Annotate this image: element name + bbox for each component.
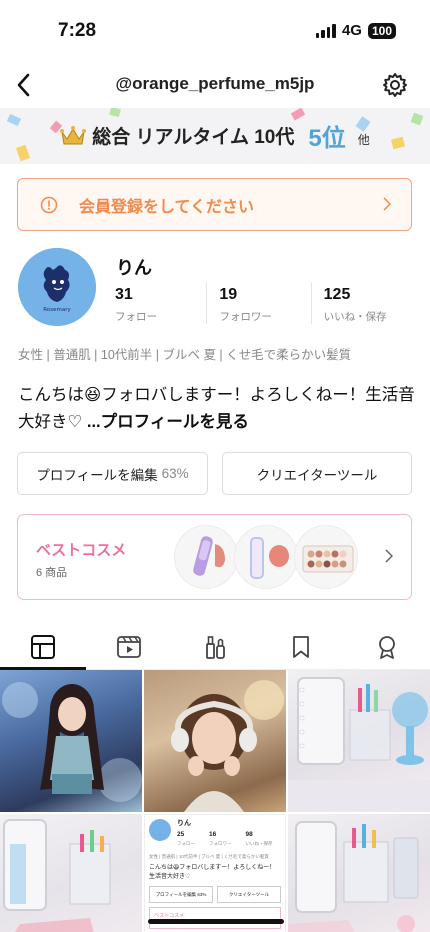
mini-stat-label: いいね・保存 [245, 841, 273, 846]
post-thumbnail[interactable] [288, 670, 430, 812]
best-cosme-card[interactable]: ベストコスメ 6 商品 [17, 514, 412, 600]
mini-bio: こんちは😆フォロバしますー！よろしくねー！生活音大好き♡ [149, 865, 276, 880]
post-image [288, 677, 430, 812]
profile-bio: こんちは😆フォロバしますー！よろしくねー！生活音大好き♡ ...プロフィールを見… [18, 382, 416, 436]
profile-tags: 女性 | 普通肌 | 10代前半 | ブルベ 夏 | くせ毛で柔らかい髪質 [18, 348, 352, 362]
ranking-other: 他 [357, 133, 370, 147]
status-indicators: 4G 100 [315, 22, 396, 39]
best-cosme-title: ベストコスメ [36, 542, 127, 559]
stat-label: いいね・保存 [323, 311, 387, 323]
signal-icon [315, 23, 336, 38]
mini-avatar [149, 819, 171, 841]
confetti-decoration [109, 108, 121, 118]
mini-tags: 女性 | 普通肌 | 10代前半 | ブルベ 夏 | くせ毛で柔らかい髪質 [149, 854, 269, 859]
settings-button[interactable] [380, 70, 410, 100]
stat-followers[interactable]: 19 フォロワー [206, 282, 310, 324]
stat-value: 31 [115, 286, 133, 303]
post-image: りん 25 フォロー 16 フォロワー 98 いいね・保存 女性 | 普通肌 | 10… [149, 819, 281, 929]
post-thumbnail[interactable] [0, 814, 142, 932]
stat-label: フォロー [115, 311, 157, 323]
info-icon [40, 196, 58, 213]
best-cosme-count: 6 商品 [36, 567, 68, 579]
tab-cosmetics[interactable] [172, 624, 258, 669]
product-thumbnail [234, 525, 298, 589]
video-icon [117, 635, 141, 658]
stat-following[interactable]: 31 フォロー [115, 282, 206, 324]
status-bar: 7:28 4G 100 [0, 0, 430, 62]
grid-icon [31, 634, 55, 659]
home-indicator [148, 919, 284, 924]
product-thumbnail [174, 525, 238, 589]
tab-awards[interactable] [344, 624, 430, 669]
post-image [3, 819, 111, 932]
mini-best-cosme: ベストコスメ [149, 907, 281, 929]
stat-value: 125 [323, 286, 351, 303]
lipstick-image [250, 537, 289, 579]
post-thumbnail[interactable] [288, 814, 430, 932]
ranking-position: 5位 [308, 125, 346, 152]
post-grid: りん 25 フォロー 16 フォロワー 98 いいね・保存 女性 | 普通肌 | 10… [0, 670, 430, 932]
product-thumbnail [294, 525, 358, 589]
chevron-right-icon [383, 197, 391, 211]
post-thumbnail[interactable] [0, 670, 142, 812]
mini-stat-value: 25 [177, 831, 185, 838]
avatar-image: Rosemary [18, 248, 96, 326]
cosmetics-icon [206, 635, 225, 659]
stat-likes[interactable]: 125 いいね・保存 [310, 282, 415, 324]
eyeshadow-palette-image [302, 545, 354, 573]
tab-videos[interactable] [86, 624, 172, 669]
edit-profile-label: プロフィールを編集 [36, 467, 158, 483]
mini-edit-button: プロフィールを編集 63% [149, 886, 213, 903]
avatar[interactable]: Rosemary [18, 248, 96, 326]
ranking-label: 総合 リアルタイム 10代 [92, 127, 295, 148]
stat-label: フォロワー [219, 311, 272, 323]
profile-stats: 31 フォロー 19 フォロワー 125 いいね・保存 [115, 282, 415, 324]
status-time: 7:28 [58, 20, 97, 41]
post-thumbnail[interactable] [144, 670, 286, 812]
lip-tint-image [193, 536, 225, 576]
network-label: 4G [341, 22, 362, 39]
avatar-caption: Rosemary [43, 307, 71, 313]
header: @orange_perfume_m5jp [0, 62, 430, 108]
username: りん [116, 258, 152, 278]
post-image [2, 682, 142, 802]
ranking-content: 総合 リアルタイム 10代 5位 他 [0, 118, 430, 153]
post-thumbnail[interactable]: りん 25 フォロー 16 フォロワー 98 いいね・保存 女性 | 普通肌 | 10… [144, 814, 286, 932]
tab-posts[interactable] [0, 624, 86, 670]
creator-tools-label: クリエイターツール [256, 467, 378, 483]
mini-stat-label: フォロワー [209, 841, 232, 846]
register-label: 会員登録をしてください [79, 198, 255, 216]
mini-username: りん [177, 820, 191, 827]
member-register-button[interactable]: 会員登録をしてください [17, 178, 412, 231]
mini-creator-button: クリエイターツール [217, 886, 281, 903]
chevron-right-icon [385, 549, 393, 563]
ranking-banner[interactable]: 総合 リアルタイム 10代 5位 他 [0, 108, 430, 164]
crown-icon [60, 125, 87, 144]
post-image [171, 680, 284, 812]
page-title: @orange_perfume_m5jp [115, 74, 315, 93]
stat-value: 19 [219, 286, 238, 303]
bookmark-icon [293, 635, 309, 658]
profile-completion: 63% [161, 466, 189, 481]
mini-stat-value: 16 [209, 831, 217, 838]
battery-icon: 100 [367, 22, 396, 39]
gear-icon [383, 73, 407, 97]
award-icon [379, 635, 395, 659]
edit-profile-button[interactable]: プロフィールを編集 63% [17, 452, 208, 495]
tab-saved[interactable] [258, 624, 344, 669]
mini-stat-value: 98 [245, 831, 253, 838]
best-cosme-items [174, 525, 358, 589]
creator-tools-button[interactable]: クリエイターツール [222, 452, 412, 495]
view-profile-link[interactable]: ...プロフィールを見る [87, 413, 249, 431]
post-image [288, 821, 419, 932]
content-tabs [0, 624, 430, 670]
mini-stat-label: フォロー [177, 841, 195, 846]
